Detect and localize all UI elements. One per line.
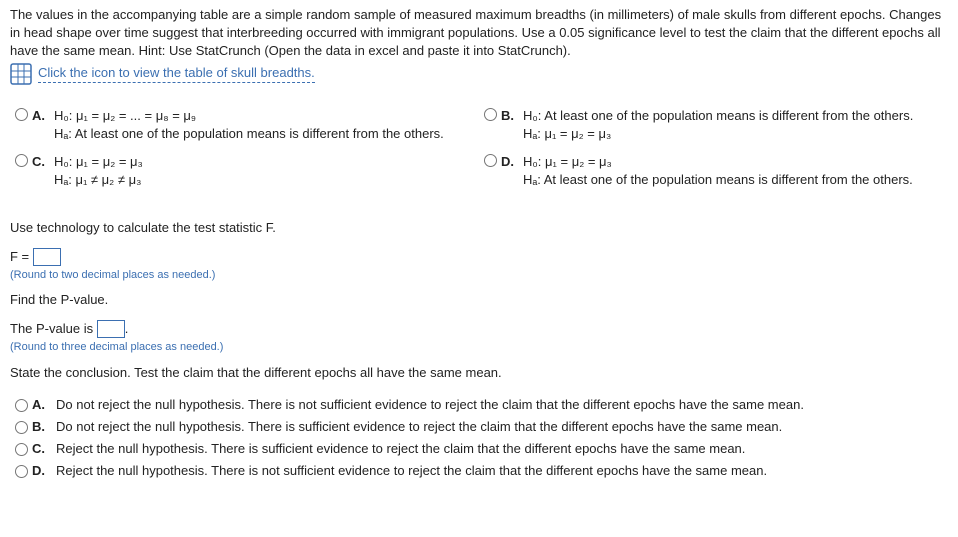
f-input[interactable] <box>33 248 61 266</box>
radio-a[interactable] <box>15 108 28 121</box>
option-letter: B. <box>32 418 54 436</box>
prompt-pvalue: Find the P-value. <box>10 291 948 309</box>
option-a-line2: Hₐ: At least one of the population means… <box>54 125 479 143</box>
view-table-link[interactable]: Click the icon to view the table of skul… <box>38 64 315 83</box>
option-b-line1: H₀: At least one of the population means… <box>523 107 948 125</box>
radio-c[interactable] <box>15 154 28 167</box>
pvalue-input[interactable] <box>97 320 125 338</box>
option-c-line2: Hₐ: μ₁ ≠ μ₂ ≠ μ₃ <box>54 171 479 189</box>
option-a-line1: H₀: μ₁ = μ₂ = ... = μ₈ = μ₉ <box>54 107 479 125</box>
f-label: F = <box>10 249 33 264</box>
conc-radio-a[interactable] <box>15 399 28 412</box>
problem-intro: The values in the accompanying table are… <box>10 6 948 61</box>
table-icon[interactable] <box>10 63 32 85</box>
option-letter: B. <box>501 107 521 125</box>
option-letter: D. <box>32 462 54 480</box>
pvalue-round-hint: (Round to three decimal places as needed… <box>10 340 948 355</box>
hypothesis-option-b[interactable]: B. H₀: At least one of the population me… <box>479 107 948 143</box>
option-b-line2: Hₐ: μ₁ = μ₂ = μ₃ <box>523 125 948 143</box>
pvalue-label-pre: The P-value is <box>10 321 97 336</box>
pvalue-label-post: . <box>125 321 129 336</box>
option-d-line2: Hₐ: At least one of the population means… <box>523 171 948 189</box>
option-letter: C. <box>32 153 52 171</box>
option-letter: D. <box>501 153 521 171</box>
f-round-hint: (Round to two decimal places as needed.) <box>10 268 948 283</box>
conclusion-a-text: Do not reject the null hypothesis. There… <box>56 396 804 414</box>
hypothesis-option-d[interactable]: D. H₀: μ₁ = μ₂ = μ₃ Hₐ: At least one of … <box>479 153 948 189</box>
f-input-row: F = <box>10 248 948 267</box>
prompt-teststat: Use technology to calculate the test sta… <box>10 219 948 237</box>
hypothesis-options: A. H₀: μ₁ = μ₂ = ... = μ₈ = μ₉ Hₐ: At le… <box>10 107 948 200</box>
conclusion-option-a[interactable]: A. Do not reject the null hypothesis. Th… <box>10 396 948 414</box>
conc-radio-c[interactable] <box>15 443 28 456</box>
conc-radio-d[interactable] <box>15 465 28 478</box>
hypothesis-option-c[interactable]: C. H₀: μ₁ = μ₂ = μ₃ Hₐ: μ₁ ≠ μ₂ ≠ μ₃ <box>10 153 479 189</box>
option-c-line1: H₀: μ₁ = μ₂ = μ₃ <box>54 153 479 171</box>
hypothesis-option-a[interactable]: A. H₀: μ₁ = μ₂ = ... = μ₈ = μ₉ Hₐ: At le… <box>10 107 479 143</box>
prompt-conclusion: State the conclusion. Test the claim tha… <box>10 364 948 382</box>
option-letter: A. <box>32 107 52 125</box>
option-d-line1: H₀: μ₁ = μ₂ = μ₃ <box>523 153 948 171</box>
conclusion-c-text: Reject the null hypothesis. There is suf… <box>56 440 745 458</box>
radio-b[interactable] <box>484 108 497 121</box>
conclusion-d-text: Reject the null hypothesis. There is not… <box>56 462 767 480</box>
conclusion-options: A. Do not reject the null hypothesis. Th… <box>10 396 948 481</box>
conclusion-b-text: Do not reject the null hypothesis. There… <box>56 418 782 436</box>
pvalue-row: The P-value is . <box>10 320 948 339</box>
option-letter: C. <box>32 440 54 458</box>
conc-radio-b[interactable] <box>15 421 28 434</box>
option-letter: A. <box>32 396 54 414</box>
conclusion-option-c[interactable]: C. Reject the null hypothesis. There is … <box>10 440 948 458</box>
radio-d[interactable] <box>484 154 497 167</box>
conclusion-option-b[interactable]: B. Do not reject the null hypothesis. Th… <box>10 418 948 436</box>
conclusion-option-d[interactable]: D. Reject the null hypothesis. There is … <box>10 462 948 480</box>
